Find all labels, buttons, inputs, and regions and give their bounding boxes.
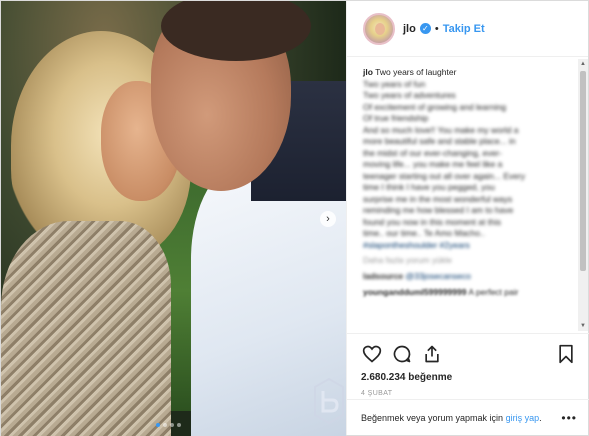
scroll-down-arrow-icon[interactable]: ▼ — [580, 323, 586, 329]
post-details-panel: jlo ✓ • Takip Et jlo Two years of laught… — [346, 1, 589, 435]
carousel-dot — [156, 423, 160, 427]
username[interactable]: jlo — [403, 23, 416, 35]
carousel-dot — [170, 423, 174, 427]
caption-line: time I think I have you pegged, you — [363, 182, 495, 192]
heart-icon — [362, 345, 382, 363]
share-icon — [425, 345, 439, 363]
add-comment-bar: Beğenmek veya yorum yapmak için giriş ya… — [347, 399, 589, 435]
follow-button[interactable]: Takip Et — [443, 23, 485, 35]
carousel-dot — [163, 423, 167, 427]
caption-line: teenager starting out all over again... … — [363, 170, 526, 181]
caption-line: surprise me in the most wonderful ways — [363, 193, 513, 204]
caption-line: And so much love!! You make my world a — [363, 124, 519, 135]
scroll-up-arrow-icon[interactable]: ▲ — [580, 61, 586, 67]
load-more-comments-link[interactable]: Daha fazla yorum yükle — [363, 255, 575, 265]
more-options-icon[interactable]: ••• — [561, 411, 577, 425]
caption-line: the midst of our ever-changing, ever- — [363, 147, 502, 158]
caption-text: Two years of laughter — [375, 67, 457, 77]
caption-line: Of true friendship — [363, 113, 429, 123]
likes-count[interactable]: 2.680.234 beğenme — [361, 372, 577, 383]
post-actions: 2.680.234 beğenme 4 ŞUBAT — [347, 333, 589, 397]
caption-line: Two years of adventures — [363, 90, 456, 100]
comments-section: jlo Two years of laughter Two years of f… — [347, 57, 589, 333]
like-button[interactable] — [361, 343, 383, 365]
login-link[interactable]: giriş yap — [506, 413, 540, 423]
post-header: jlo ✓ • Takip Et — [347, 1, 588, 57]
watermark-logo-icon — [314, 377, 344, 425]
share-button[interactable] — [421, 343, 443, 365]
comment-bubble-icon — [393, 345, 411, 363]
comment-item: youngandduml599999999 A perfect pair — [363, 287, 575, 297]
caption-line: found you now in this moment at this — [363, 216, 501, 227]
save-button[interactable] — [555, 343, 577, 365]
carousel-dot — [177, 423, 181, 427]
comment-author[interactable]: youngandduml599999999 — [363, 287, 466, 297]
login-prompt-suffix: . — [539, 412, 542, 423]
caption-first-line: jlo Two years of laughter — [363, 67, 575, 79]
caption-line: time.. our time.. Te Amo Macho.. — [363, 228, 485, 238]
login-prompt: Beğenmek veya yorum yapmak için giriş ya… — [361, 412, 542, 424]
instagram-post: › jlo ✓ • Takip Et jlo Two years of laug… — [0, 0, 589, 436]
scrollbar-thumb[interactable] — [580, 71, 586, 271]
caption-line: Two years of fun — [363, 78, 426, 89]
post-photo[interactable]: › — [1, 1, 346, 436]
caption-line: reminding me how blessed I am to have — [363, 205, 514, 215]
carousel-indicator — [156, 423, 181, 427]
bookmark-icon — [559, 344, 573, 364]
caption-line: moving life... you make me feel like a — [363, 159, 503, 169]
login-prompt-text: Beğenmek veya yorum yapmak için — [361, 412, 506, 423]
comment-text: A perfect pair — [468, 287, 519, 297]
caption-hashtags[interactable]: #slapontheshoulder #2years — [363, 240, 575, 252]
header-separator: • — [434, 22, 439, 35]
comment-mention[interactable]: @33josecanseco — [406, 271, 471, 281]
comment-item: ladsource @33josecanseco — [363, 271, 575, 281]
post-date: 4 ŞUBAT — [361, 390, 393, 397]
comments-scrollbar[interactable]: ▲ ▼ — [578, 59, 588, 331]
action-icons-row — [361, 340, 577, 368]
caption-author[interactable]: jlo — [363, 67, 373, 77]
caption-line: Of excitement of growing and learning — [363, 101, 507, 112]
avatar[interactable] — [363, 12, 395, 45]
photo-woman-dress — [1, 221, 171, 436]
comment-author[interactable]: ladsource — [363, 271, 403, 281]
caption-line: more beautiful safe and stable place... … — [363, 136, 516, 146]
comment-button[interactable] — [391, 343, 413, 365]
verified-badge-icon: ✓ — [419, 23, 431, 34]
next-photo-button[interactable]: › — [320, 211, 336, 227]
